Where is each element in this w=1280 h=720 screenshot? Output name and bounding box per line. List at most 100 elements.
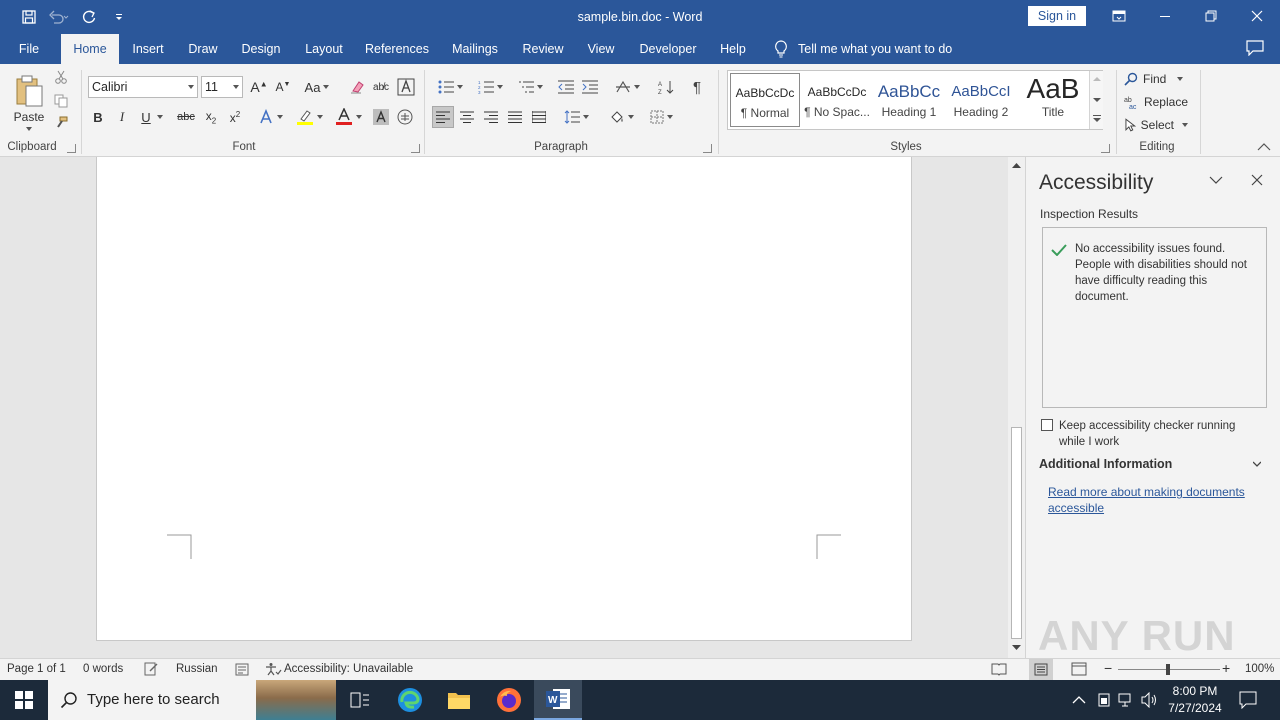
cut-button[interactable]	[52, 68, 70, 86]
notification-icon[interactable]	[1239, 691, 1257, 709]
keep-running-checkbox[interactable]	[1041, 419, 1053, 431]
volume-icon[interactable]	[1141, 692, 1158, 708]
start-button[interactable]	[0, 680, 48, 720]
comments-button[interactable]	[1246, 40, 1268, 58]
tab-file[interactable]: File	[10, 34, 48, 64]
chevron-up-icon[interactable]	[1072, 695, 1086, 704]
tab-layout[interactable]: Layout	[300, 34, 348, 64]
chevron-up-icon[interactable]	[1093, 76, 1101, 82]
select-button[interactable]: Select	[1124, 115, 1188, 135]
zoom-level[interactable]: 100%	[1245, 663, 1274, 675]
firefox-taskbar-button[interactable]	[485, 680, 533, 720]
style-heading-1[interactable]: AaBbCc Heading 1	[874, 73, 944, 127]
system-clock[interactable]: 8:00 PM 7/27/2024	[1160, 683, 1230, 717]
word-taskbar-button[interactable]: W	[534, 680, 582, 720]
read-mode-icon[interactable]	[991, 662, 1007, 676]
justify-button[interactable]	[504, 106, 526, 128]
page-count[interactable]: Page 1 of 1	[7, 663, 66, 675]
document-page[interactable]	[96, 157, 912, 641]
tab-draw[interactable]: Draw	[182, 34, 224, 64]
multilevel-list-button[interactable]	[512, 76, 548, 98]
line-spacing-button[interactable]	[558, 106, 594, 128]
battery-network-icon[interactable]	[1097, 692, 1111, 708]
style-title[interactable]: AaB Title	[1018, 73, 1088, 127]
style-no-spacing[interactable]: AaBbCcDc ¶ No Spac...	[802, 73, 872, 127]
ribbon-display-options-button[interactable]	[1096, 0, 1142, 32]
close-icon[interactable]	[1251, 174, 1263, 186]
character-shading-button[interactable]	[371, 106, 391, 128]
tab-review[interactable]: Review	[518, 34, 568, 64]
tab-insert[interactable]: Insert	[125, 34, 171, 64]
align-right-button[interactable]	[480, 106, 502, 128]
highlight-color-button[interactable]	[292, 106, 326, 128]
scroll-down-icon[interactable]	[1011, 644, 1022, 652]
shrink-font-button[interactable]: A▼	[273, 76, 293, 98]
zoom-in-button[interactable]: +	[1222, 660, 1230, 676]
numbering-button[interactable]: 123	[472, 76, 508, 98]
underline-button[interactable]: U	[136, 106, 168, 128]
show-formatting-marks-button[interactable]: ¶	[686, 76, 708, 98]
strikethrough-button[interactable]: abc	[174, 106, 198, 128]
phonetic-guide-button[interactable]: ab̸c	[370, 76, 392, 98]
subscript-button[interactable]: x2	[200, 106, 222, 128]
tab-references[interactable]: References	[362, 34, 432, 64]
style-heading-2[interactable]: AaBbCcI Heading 2	[946, 73, 1016, 127]
replace-button[interactable]: ab ac Replace	[1124, 92, 1188, 112]
tab-view[interactable]: View	[584, 34, 618, 64]
clear-formatting-button[interactable]	[346, 76, 368, 98]
zoom-slider-thumb[interactable]	[1166, 664, 1170, 675]
keep-checker-running[interactable]: Keep accessibility checker running while…	[1041, 418, 1249, 450]
file-explorer-taskbar-button[interactable]	[435, 680, 483, 720]
change-case-button[interactable]: Aa	[300, 76, 334, 98]
task-view-button[interactable]	[336, 680, 384, 720]
align-center-button[interactable]	[456, 106, 478, 128]
minimize-button[interactable]	[1142, 0, 1188, 32]
scroll-up-icon[interactable]	[1011, 161, 1022, 169]
font-color-button[interactable]	[331, 106, 365, 128]
borders-button[interactable]	[643, 106, 679, 128]
font-dialog-launcher[interactable]	[411, 144, 420, 153]
sign-in-button[interactable]: Sign in	[1028, 6, 1086, 26]
character-border-button[interactable]	[395, 76, 417, 98]
paragraph-dialog-launcher[interactable]	[703, 144, 712, 153]
bullets-button[interactable]	[432, 76, 468, 98]
superscript-button[interactable]: x2	[224, 106, 246, 128]
enclose-characters-button[interactable]	[395, 106, 415, 128]
pane-options-icon[interactable]	[1209, 175, 1223, 185]
scrollbar-thumb[interactable]	[1011, 427, 1022, 639]
font-name-combo[interactable]: Calibri	[88, 76, 198, 98]
find-button[interactable]: Find	[1124, 69, 1188, 89]
accessibility-status[interactable]: Accessibility: Unavailable	[284, 663, 413, 675]
italic-button[interactable]: I	[112, 106, 132, 128]
restore-button[interactable]	[1188, 0, 1234, 32]
grow-font-button[interactable]: A▲	[249, 76, 269, 98]
more-styles-icon[interactable]	[1093, 115, 1101, 123]
language-indicator[interactable]: Russian	[176, 663, 218, 675]
print-layout-view-button[interactable]	[1029, 659, 1053, 680]
web-layout-icon[interactable]	[1071, 662, 1087, 676]
asian-layout-button[interactable]	[611, 76, 643, 98]
chevron-down-icon[interactable]	[1253, 461, 1261, 467]
collapse-ribbon-button[interactable]	[1254, 140, 1274, 154]
paste-button[interactable]: Paste	[8, 70, 50, 134]
align-left-button[interactable]	[432, 106, 454, 128]
edge-taskbar-button[interactable]	[386, 680, 434, 720]
styles-dialog-launcher[interactable]	[1101, 144, 1110, 153]
distributed-button[interactable]	[528, 106, 550, 128]
vertical-scrollbar[interactable]	[1008, 157, 1025, 658]
increase-indent-button[interactable]	[579, 76, 601, 98]
zoom-out-button[interactable]: −	[1104, 660, 1112, 676]
tab-help[interactable]: Help	[716, 34, 750, 64]
tell-me-search[interactable]: Tell me what you want to do	[774, 34, 952, 64]
clipboard-dialog-launcher[interactable]	[67, 144, 76, 153]
shading-button[interactable]	[603, 106, 639, 128]
tab-mailings[interactable]: Mailings	[447, 34, 503, 64]
copy-button[interactable]	[52, 92, 70, 110]
taskbar-search-box[interactable]: Type here to search	[48, 680, 336, 720]
network-icon[interactable]	[1118, 692, 1134, 708]
decrease-indent-button[interactable]	[555, 76, 577, 98]
font-size-combo[interactable]: 11	[201, 76, 243, 98]
macro-recording-icon[interactable]	[235, 663, 249, 676]
style-normal[interactable]: AaBbCcDc ¶ Normal	[730, 73, 800, 127]
chevron-down-icon[interactable]	[1093, 97, 1101, 103]
